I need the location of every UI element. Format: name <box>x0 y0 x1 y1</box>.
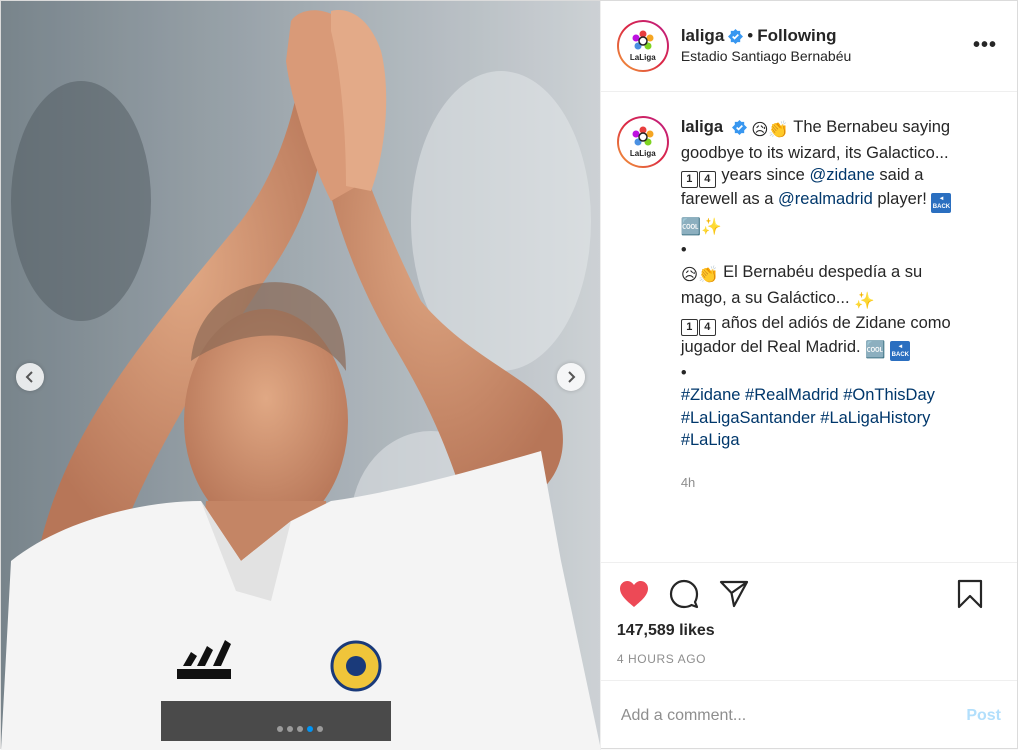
hashtag-link[interactable]: #OnThisDay <box>843 386 935 404</box>
add-comment-bar: Post <box>600 680 1017 750</box>
post-photo <box>1 1 600 750</box>
clapping-hands-icon: 👏 <box>698 266 719 284</box>
likes-count[interactable]: 147,589 likes <box>617 622 1001 640</box>
header-separator: • <box>747 26 754 45</box>
caption-text: years since <box>721 166 805 184</box>
sparkles-icon: ✨ <box>701 218 722 236</box>
carousel-dot <box>287 726 294 732</box>
hashtag-link[interactable]: #Zidane <box>681 386 741 404</box>
location-link[interactable]: Estadio Santiago Bernabéu <box>681 46 851 66</box>
post-comment-button[interactable]: Post <box>966 707 1001 725</box>
comments-area: LaLiga laliga 😥👏 The Bernabeu saying goo… <box>601 92 1017 562</box>
sad-face-icon: 😥 <box>751 121 769 139</box>
sad-face-icon: 😥 <box>680 266 699 284</box>
following-button[interactable]: Following <box>757 26 836 46</box>
caption-text: farewell as a <box>680 190 774 208</box>
caption-text: player! <box>877 190 927 208</box>
bookmark-icon <box>957 579 983 609</box>
clapping-hands-icon: 👏 <box>768 121 789 139</box>
instagram-post: LaLiga laliga • Following Estadio Santia… <box>0 0 1018 750</box>
carousel-dot <box>297 726 304 732</box>
carousel-dot <box>277 726 284 732</box>
carousel-prev-button[interactable] <box>16 363 44 391</box>
carousel-dot <box>317 726 324 732</box>
avatar[interactable]: LaLiga <box>616 20 669 72</box>
save-button[interactable] <box>953 577 987 611</box>
share-button[interactable] <box>717 577 751 611</box>
caption-dot: • <box>680 363 687 382</box>
post-header: LaLiga laliga • Following Estadio Santia… <box>600 1 1017 92</box>
back-arrow-icon: ◄ BACK <box>890 341 911 361</box>
carousel-indicator <box>1 726 600 732</box>
caption-text: El Bernabéu despedía a su <box>723 263 923 281</box>
post-caption: laliga 😥👏 The Bernabeu saying goodbye to… <box>680 116 981 562</box>
logo-text: LaLiga <box>629 149 656 158</box>
keycap-4-icon: 4 <box>698 319 716 336</box>
caption-text: The Bernabeu saying <box>793 118 951 136</box>
gif-icon: 🆒 <box>865 341 886 359</box>
like-button[interactable] <box>617 577 651 611</box>
caption-text: said a <box>879 166 924 184</box>
laliga-logo-icon <box>632 30 654 50</box>
verified-badge-icon <box>731 120 747 136</box>
heart-icon <box>619 581 648 607</box>
caption-text: años del adiós de Zidane como <box>721 314 951 332</box>
hashtag-link[interactable]: #LaLiga <box>681 431 740 449</box>
post-side-panel: LaLiga laliga • Following Estadio Santia… <box>599 1 1017 750</box>
keycap-4-icon: 4 <box>698 171 716 188</box>
more-options-icon[interactable]: ••• <box>973 35 997 55</box>
comment-button[interactable] <box>667 577 701 611</box>
caption-username[interactable]: laliga <box>681 118 723 136</box>
caption-dot: • <box>680 240 687 259</box>
hashtag-link[interactable]: #RealMadrid <box>745 386 839 404</box>
chevron-right-icon <box>568 371 576 383</box>
header-username[interactable]: laliga <box>681 26 724 46</box>
post-timestamp[interactable]: 4 HOURS AGO <box>617 652 1001 666</box>
caption-text: jugador del Real Madrid. <box>680 338 861 356</box>
hashtag-link[interactable]: #LaLigaHistory <box>820 409 930 427</box>
laliga-logo-icon <box>632 126 654 146</box>
back-arrow-icon: ◄ BACK <box>931 193 952 213</box>
paper-plane-icon <box>719 580 748 608</box>
caption-timestamp[interactable]: 4h <box>681 472 981 495</box>
mention-link[interactable]: @realmadrid <box>778 190 873 208</box>
carousel-next-button[interactable] <box>557 363 585 391</box>
post-actions: 147,589 likes 4 HOURS AGO <box>600 562 1017 680</box>
carousel-dot-active <box>307 726 314 732</box>
gif-icon: 🆒 <box>680 218 702 236</box>
keycap-1-icon: 1 <box>680 171 698 188</box>
hashtag-link[interactable]: #LaLigaSantander <box>681 409 816 427</box>
caption-avatar[interactable]: LaLiga <box>616 116 669 168</box>
verified-badge-icon <box>728 28 744 44</box>
comment-input[interactable] <box>620 706 967 725</box>
keycap-1-icon: 1 <box>680 319 698 336</box>
caption-text: mago, a su Galáctico... <box>680 288 850 307</box>
caption-text: goodbye to its wizard, its Galactico... <box>680 143 949 162</box>
chevron-left-icon <box>25 371 33 383</box>
logo-text: LaLiga <box>629 53 656 62</box>
post-media <box>1 1 600 750</box>
sparkles-icon: ✨ <box>854 291 875 310</box>
mention-link[interactable]: @zidane <box>809 166 874 184</box>
comment-icon <box>669 579 698 609</box>
